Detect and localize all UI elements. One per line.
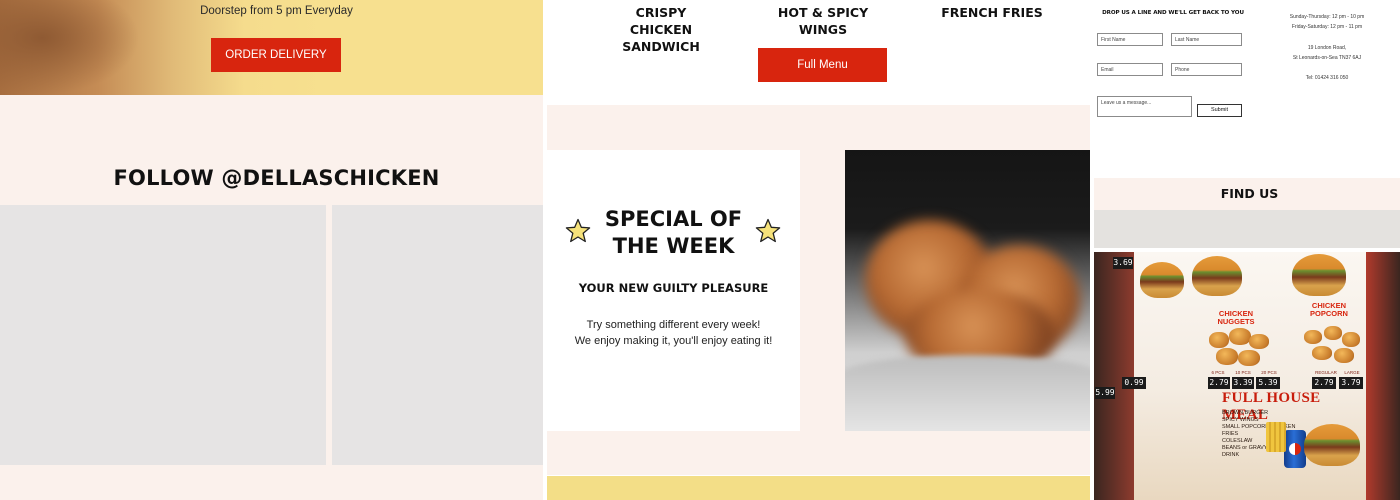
soda-can	[1284, 430, 1306, 468]
follow-heading: FOLLOW @DELLASCHICKEN	[113, 166, 440, 190]
menu-board: CHICKEN NUGGETS CHICKEN POPCORN 6 PCS 10…	[1095, 252, 1366, 500]
nugget	[1229, 328, 1251, 345]
popcorn	[1304, 330, 1322, 344]
popcorn-label: CHICKEN POPCORN	[1310, 301, 1348, 318]
opening-hours: Sunday-Thursday: 12 pm - 10 pm Friday-Sa…	[1266, 12, 1388, 32]
nuggets-label: CHICKEN NUGGETS	[1217, 309, 1255, 326]
yellow-banner	[547, 476, 1090, 500]
special-subtitle: YOUR NEW GUILTY PLEASURE	[578, 281, 769, 295]
price-tag: 2.79	[1312, 377, 1336, 389]
size-tag: 20 PCS	[1261, 370, 1277, 375]
order-delivery-button[interactable]: ORDER DELIVERY	[211, 38, 341, 72]
popcorn	[1342, 332, 1360, 347]
nugget	[1216, 348, 1238, 365]
contact-panel: DROP US A LINE AND WE'LL GET BACK TO YOU…	[1094, 0, 1400, 500]
fried-chicken-image	[845, 150, 1090, 431]
price-tag: 5.99	[1095, 387, 1115, 399]
home-panel: Doorstep from 5 pm Everyday ORDER DELIVE…	[0, 0, 543, 500]
popcorn	[1324, 326, 1342, 340]
last-name-field[interactable]: Last Name	[1171, 33, 1242, 46]
email-field[interactable]: Email	[1097, 63, 1163, 76]
price-tag: 0.99	[1122, 377, 1146, 389]
size-tag: REGULAR	[1315, 370, 1337, 375]
price-tag: 3.39	[1232, 377, 1254, 389]
telephone: Tel: 01424 316 050	[1305, 75, 1349, 81]
special-description: Try something different every week! We e…	[547, 317, 800, 349]
map-placeholder[interactable]	[1094, 210, 1400, 248]
menu-item-sandwich[interactable]: CRISPY CHICKEN SANDWICH	[605, 4, 717, 55]
nugget	[1209, 332, 1229, 348]
size-tag: 6 PCS	[1211, 370, 1225, 375]
contact-heading: DROP US A LINE AND WE'LL GET BACK TO YOU	[1102, 10, 1244, 16]
star-icon	[755, 218, 781, 243]
find-us-heading: FIND US	[1220, 186, 1279, 201]
burger-image	[1292, 254, 1346, 296]
menu-item-fries[interactable]: FRENCH FRIES	[932, 4, 1052, 21]
first-name-field[interactable]: First Name	[1097, 33, 1163, 46]
size-tag: LARGE	[1344, 370, 1360, 375]
address-line: 19 London Road,	[1307, 45, 1347, 51]
store-menu-photo: CHICKEN NUGGETS CHICKEN POPCORN 6 PCS 10…	[1094, 252, 1400, 500]
instagram-post[interactable]	[0, 205, 326, 465]
price-tag: 5.39	[1256, 377, 1280, 389]
special-title: SPECIAL OF THE WEEK	[604, 207, 743, 258]
special-desc-line: Try something different every week!	[586, 319, 761, 331]
star-icon	[565, 218, 591, 243]
menu-item-wings[interactable]: HOT & SPICY WINGS	[758, 4, 888, 38]
board-edge	[1094, 252, 1134, 500]
popcorn	[1312, 346, 1332, 360]
hours-line: Sunday-Thursday: 12 pm - 10 pm	[1289, 14, 1365, 20]
board-edge	[1366, 252, 1400, 500]
burger-image	[1140, 262, 1184, 298]
message-field[interactable]: Leave us a message...	[1097, 96, 1192, 117]
phone-field[interactable]: Phone	[1171, 63, 1242, 76]
nugget	[1238, 350, 1260, 366]
bowl	[845, 355, 1090, 431]
hours-line: Friday-Saturday: 12 pm - 11 pm	[1291, 24, 1363, 30]
address: 19 London Road, St Leonards-on-Sea TN37 …	[1266, 43, 1388, 63]
size-tag: 10 PCS	[1235, 370, 1251, 375]
hero-subtitle: Doorstep from 5 pm Everyday	[200, 5, 353, 17]
special-card: SPECIAL OF THE WEEK YOUR NEW GUILTY PLEA…	[547, 150, 800, 431]
price-tag: 2.79	[1208, 377, 1230, 389]
full-menu-button[interactable]: Full Menu	[758, 48, 887, 82]
address-line: St Leonards-on-Sea TN37 6AJ	[1292, 55, 1362, 61]
fries-image	[1266, 422, 1286, 452]
burger-image	[1192, 256, 1242, 296]
instagram-post[interactable]	[332, 205, 543, 465]
submit-button[interactable]: Submit	[1197, 104, 1242, 117]
special-desc-line: We enjoy making it, you'll enjoy eating …	[574, 335, 773, 347]
price-tag: 3.79	[1339, 377, 1363, 389]
price-tag: 3.69	[1113, 257, 1133, 269]
burger-image	[1304, 424, 1360, 466]
menu-panel: CRISPY CHICKEN SANDWICH HOT & SPICY WING…	[547, 0, 1090, 500]
popcorn	[1334, 348, 1354, 363]
nugget	[1249, 334, 1269, 349]
